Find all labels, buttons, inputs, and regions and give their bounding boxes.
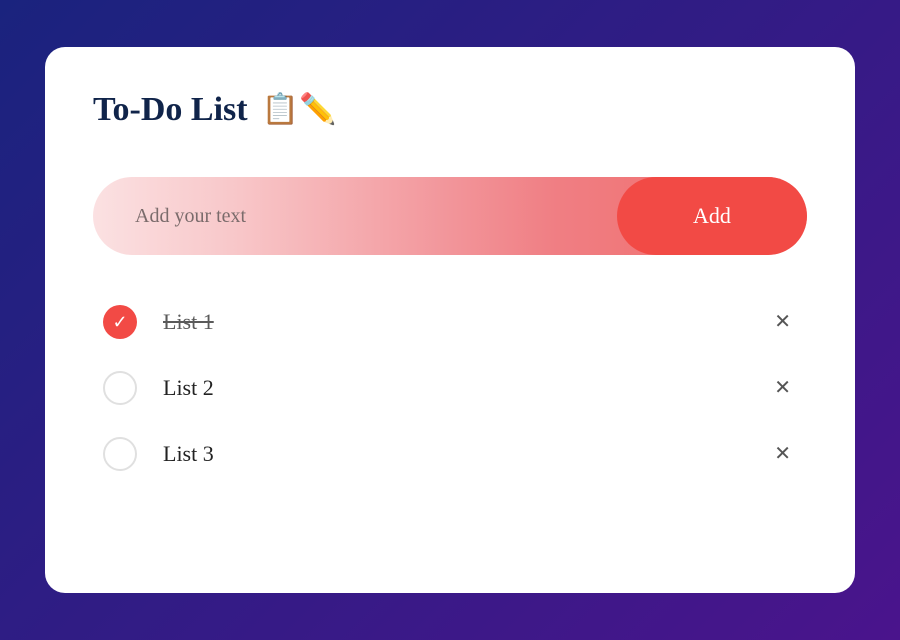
- close-icon: ✕: [774, 377, 791, 399]
- delete-button[interactable]: ✕: [768, 306, 797, 338]
- input-row: Add: [93, 177, 807, 255]
- list-item: ✓ List 1 ✕: [103, 305, 797, 339]
- list-item: List 3 ✕: [103, 437, 797, 471]
- close-icon: ✕: [774, 443, 791, 465]
- delete-button[interactable]: ✕: [768, 438, 797, 470]
- add-button[interactable]: Add: [617, 177, 807, 255]
- todo-list: ✓ List 1 ✕ List 2 ✕ List 3 ✕: [93, 305, 807, 471]
- task-input[interactable]: [93, 205, 617, 228]
- checkbox-checked[interactable]: ✓: [103, 305, 137, 339]
- close-icon: ✕: [774, 311, 791, 333]
- item-label: List 3: [163, 441, 742, 467]
- checkbox-unchecked[interactable]: [103, 371, 137, 405]
- page-title: To-Do List: [93, 91, 248, 129]
- check-icon: ✓: [112, 313, 127, 331]
- title-row: To-Do List 📋✏️: [93, 91, 807, 129]
- notepad-icon: 📋✏️: [262, 95, 337, 125]
- delete-button[interactable]: ✕: [768, 372, 797, 404]
- todo-card: To-Do List 📋✏️ Add ✓ List 1 ✕ List 2 ✕ L…: [45, 47, 855, 593]
- list-item: List 2 ✕: [103, 371, 797, 405]
- item-label: List 2: [163, 375, 742, 401]
- checkbox-unchecked[interactable]: [103, 437, 137, 471]
- item-label: List 1: [163, 309, 742, 335]
